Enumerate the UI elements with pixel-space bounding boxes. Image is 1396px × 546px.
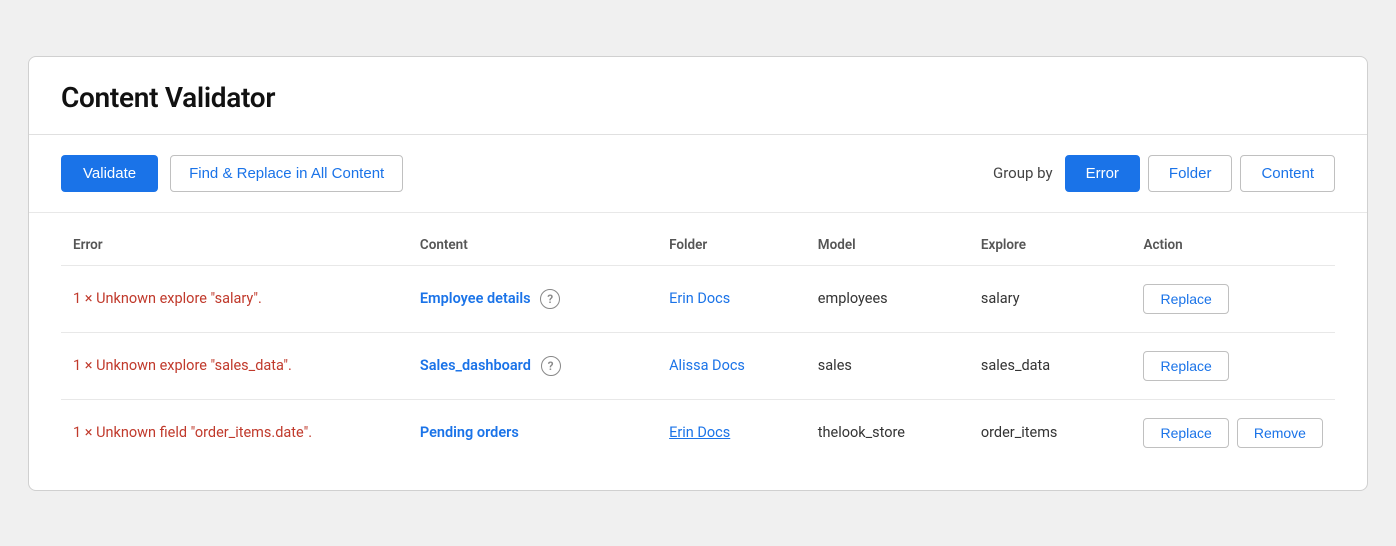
content-cell: Pending orders [408, 399, 657, 466]
model-cell: sales [806, 332, 969, 399]
table-header-row: Error Content Folder Model Explore Actio… [61, 221, 1335, 266]
action-buttons: Replace [1143, 351, 1323, 381]
col-header-folder: Folder [657, 221, 806, 266]
toolbar-left: Validate Find & Replace in All Content [61, 155, 403, 192]
action-buttons: Replace [1143, 284, 1323, 314]
info-icon[interactable]: ? [540, 289, 560, 309]
folder-cell: Erin Docs [657, 265, 806, 332]
card-header: Content Validator [29, 57, 1367, 135]
folder-link[interactable]: Erin Docs [669, 424, 730, 441]
action-buttons: Replace Remove [1143, 418, 1323, 448]
explore-cell: salary [969, 265, 1132, 332]
content-validator-card: Content Validator Validate Find & Replac… [28, 56, 1368, 491]
table-row: 1 × Unknown field "order_items.date". Pe… [61, 399, 1335, 466]
col-header-action: Action [1131, 221, 1335, 266]
group-by-label: Group by [993, 164, 1053, 182]
toolbar: Validate Find & Replace in All Content G… [29, 135, 1367, 213]
validate-button[interactable]: Validate [61, 155, 158, 192]
content-link[interactable]: Sales_dashboard [420, 356, 531, 373]
model-cell: thelook_store [806, 399, 969, 466]
explore-cell: sales_data [969, 332, 1132, 399]
group-by-content-button[interactable]: Content [1240, 155, 1335, 192]
folder-link[interactable]: Erin Docs [669, 290, 730, 307]
page-title: Content Validator [61, 81, 1335, 114]
toolbar-right: Group by Error Folder Content [993, 155, 1335, 192]
action-cell: Replace Remove [1131, 399, 1335, 466]
col-header-error: Error [61, 221, 408, 266]
error-cell: 1 × Unknown explore "sales_data". [61, 332, 408, 399]
model-cell: employees [806, 265, 969, 332]
col-header-explore: Explore [969, 221, 1132, 266]
error-text: 1 × Unknown field "order_items.date". [73, 424, 312, 441]
replace-button[interactable]: Replace [1143, 351, 1228, 381]
info-icon[interactable]: ? [541, 356, 561, 376]
content-link[interactable]: Employee details [420, 289, 531, 306]
replace-button[interactable]: Replace [1143, 418, 1228, 448]
content-link[interactable]: Pending orders [420, 424, 519, 441]
error-text: 1 × Unknown explore "sales_data". [73, 357, 292, 374]
folder-cell: Erin Docs [657, 399, 806, 466]
table-section: Error Content Folder Model Explore Actio… [29, 221, 1367, 490]
replace-button[interactable]: Replace [1143, 284, 1228, 314]
error-text: 1 × Unknown explore "salary". [73, 290, 262, 307]
errors-table: Error Content Folder Model Explore Actio… [61, 221, 1335, 466]
remove-button[interactable]: Remove [1237, 418, 1323, 448]
col-header-model: Model [806, 221, 969, 266]
content-cell: Sales_dashboard ? [408, 332, 657, 399]
table-row: 1 × Unknown explore "sales_data". Sales_… [61, 332, 1335, 399]
content-cell: Employee details ? [408, 265, 657, 332]
find-replace-button[interactable]: Find & Replace in All Content [170, 155, 403, 192]
group-by-folder-button[interactable]: Folder [1148, 155, 1233, 192]
action-cell: Replace [1131, 265, 1335, 332]
explore-cell: order_items [969, 399, 1132, 466]
folder-link[interactable]: Alissa Docs [669, 357, 745, 374]
error-cell: 1 × Unknown explore "salary". [61, 265, 408, 332]
table-row: 1 × Unknown explore "salary". Employee d… [61, 265, 1335, 332]
col-header-content: Content [408, 221, 657, 266]
action-cell: Replace [1131, 332, 1335, 399]
folder-cell: Alissa Docs [657, 332, 806, 399]
error-cell: 1 × Unknown field "order_items.date". [61, 399, 408, 466]
group-by-error-button[interactable]: Error [1065, 155, 1140, 192]
